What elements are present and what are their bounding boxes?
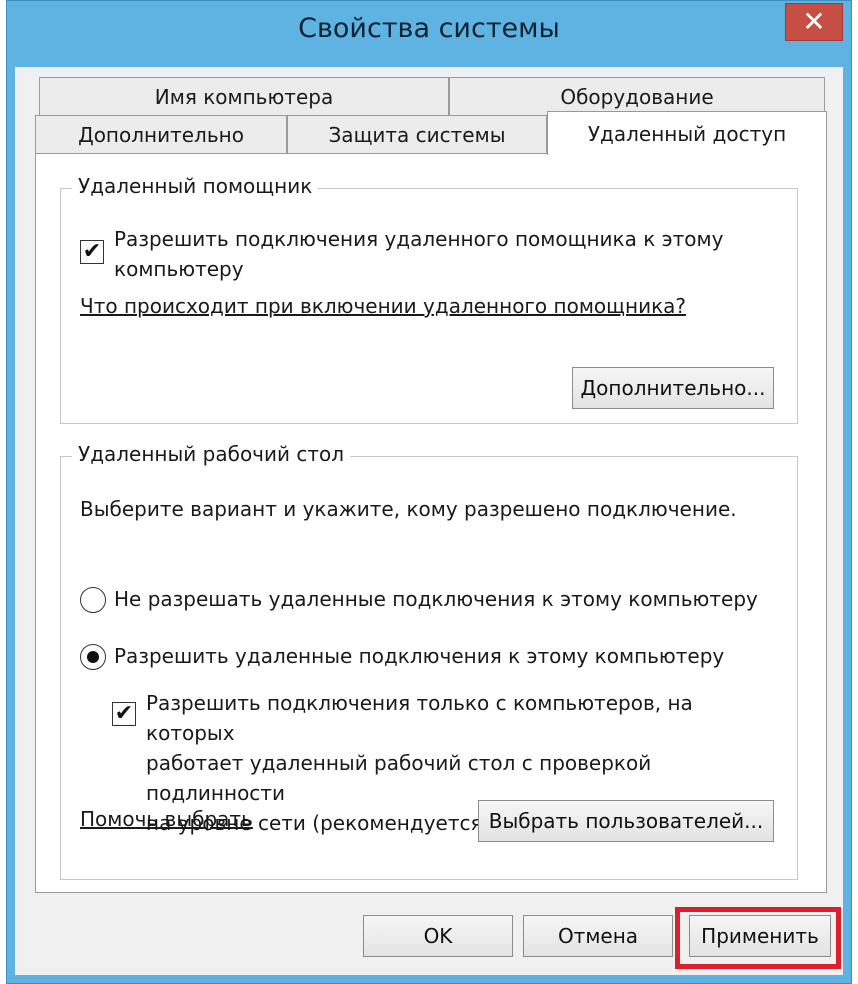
tab-label: Дополнительно xyxy=(78,122,244,147)
label-line: Разрешить подключения удаленного помощни… xyxy=(114,227,724,251)
tab-hardware[interactable]: Оборудование xyxy=(449,77,825,115)
group-title: Удаленный помощник xyxy=(72,174,319,198)
tab-remote[interactable]: Удаленный доступ xyxy=(547,111,827,155)
checkmark-icon: ✔ xyxy=(114,701,134,726)
remote-desktop-instruction: Выберите вариант и укажите, кому разреше… xyxy=(80,497,737,521)
allow-remote-label: Разрешить удаленные подключения к этому … xyxy=(114,644,725,668)
label-line: компьютеру xyxy=(114,257,244,281)
ok-button[interactable]: OK xyxy=(363,915,513,957)
window-title: Свойства системы xyxy=(298,13,560,44)
cancel-button[interactable]: Отмена xyxy=(523,915,673,957)
allow-remote-radio[interactable] xyxy=(80,644,106,670)
allow-remote-assistance-checkbox[interactable]: ✔ xyxy=(80,240,104,264)
checkmark-icon: ✔ xyxy=(82,239,102,264)
tab-advanced[interactable]: Дополнительно xyxy=(35,115,287,153)
nla-only-checkbox[interactable]: ✔ xyxy=(112,702,136,726)
deny-remote-label: Не разрешать удаленные подключения к это… xyxy=(114,587,758,611)
tab-label: Оборудование xyxy=(560,84,714,109)
label-line: Разрешить подключения только с компьютер… xyxy=(146,691,693,745)
remote-assistance-help-link[interactable]: Что происходит при включении удаленного … xyxy=(80,294,686,318)
label-line: работает удаленный рабочий стол с провер… xyxy=(146,751,652,805)
annotation-apply-box xyxy=(675,907,841,969)
tab-label: Имя компьютера xyxy=(154,84,334,109)
advanced-button[interactable]: Дополнительно... xyxy=(572,367,774,409)
tab-label: Защита системы xyxy=(328,122,506,147)
help-choose-link[interactable]: Помочь выбрать xyxy=(80,807,253,831)
tab-label: Удаленный доступ xyxy=(587,121,787,146)
select-users-button[interactable]: Выбрать пользователей... xyxy=(478,800,774,842)
group-title: Удаленный рабочий стол xyxy=(72,442,351,466)
title-bar[interactable]: Свойства системы ✕ xyxy=(7,1,851,65)
deny-remote-radio[interactable] xyxy=(80,587,106,613)
tab-computer-name[interactable]: Имя компьютера xyxy=(39,77,449,115)
close-icon: ✕ xyxy=(802,5,826,38)
dialog-client-area: Имя компьютера Оборудование Дополнительн… xyxy=(15,67,843,975)
close-button[interactable]: ✕ xyxy=(785,3,843,41)
tab-system-protection[interactable]: Защита системы xyxy=(287,115,547,153)
remote-tab-panel: Удаленный помощник ✔ Разрешить подключен… xyxy=(35,153,827,893)
allow-remote-assistance-label: Разрешить подключения удаленного помощни… xyxy=(114,224,774,284)
system-properties-window: Свойства системы ✕ Имя компьютера Оборуд… xyxy=(6,0,852,984)
